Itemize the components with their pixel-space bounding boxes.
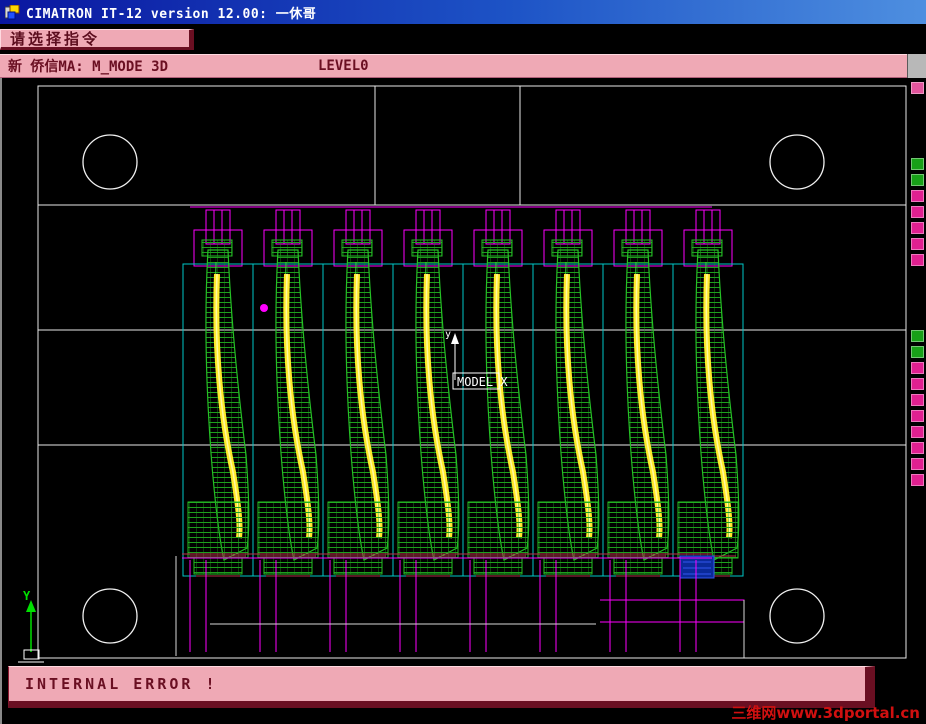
status-corner-box[interactable]: [907, 54, 926, 78]
status-bar: 新 侨信MA: M_MODE 3D LEVEL0: [0, 54, 907, 78]
toolbar-button-5[interactable]: [910, 222, 924, 234]
blade-array: [183, 210, 743, 576]
pick-point-marker: [260, 304, 268, 312]
right-toolbar: [908, 82, 926, 486]
toolbar-button-15[interactable]: [910, 442, 924, 454]
prompt-message: 请选择指令: [0, 29, 194, 50]
view-origin-axis: Y: [18, 589, 44, 663]
prompt-row: 请选择指令: [0, 24, 926, 54]
app-window: CIMATRON IT-12 version 12.00: 一休哥 请选择指令 …: [0, 0, 926, 724]
toolbar-button-7[interactable]: [910, 254, 924, 266]
status-row: 新 侨信MA: M_MODE 3D LEVEL0: [0, 54, 926, 78]
status-mode-text: 新 侨信MA: M_MODE 3D: [8, 59, 169, 75]
toolbar-button-14[interactable]: [910, 426, 924, 438]
toolbar-button-11[interactable]: [910, 378, 924, 390]
app-icon: [4, 4, 20, 20]
model-axis-label: MODEL X: [457, 375, 508, 389]
prompt-text: 请选择指令: [10, 30, 101, 48]
model-axis-y-label: y: [445, 329, 451, 340]
toolbar-button-2[interactable]: [910, 174, 924, 186]
toolbar-button-16[interactable]: [910, 458, 924, 470]
mold-plate-outline: [37, 85, 907, 659]
toolbar-button-6[interactable]: [910, 238, 924, 250]
toolbar-button-3[interactable]: [910, 190, 924, 202]
toolbar-button-8[interactable]: [910, 330, 924, 342]
error-text: INTERNAL ERROR !: [25, 675, 218, 693]
toolbar-button-1[interactable]: [910, 158, 924, 170]
toolbar-button-17[interactable]: [910, 474, 924, 486]
view-origin-y-label: Y: [23, 589, 31, 603]
toolbar-button-13[interactable]: [910, 410, 924, 422]
window-title: CIMATRON IT-12 version 12.00: 一休哥: [26, 6, 317, 22]
cad-drawing[interactable]: y MODEL X Y: [0, 78, 926, 724]
toolbar-button-0[interactable]: [910, 82, 924, 94]
selected-feature-highlight: [679, 555, 715, 579]
watermark-text: 三维网www.3dportal.cn: [731, 704, 920, 722]
toolbar-button-12[interactable]: [910, 394, 924, 406]
toolbar-button-4[interactable]: [910, 206, 924, 218]
title-bar[interactable]: CIMATRON IT-12 version 12.00: 一休哥: [0, 0, 926, 24]
toolbar-button-9[interactable]: [910, 346, 924, 358]
toolbar-button-10[interactable]: [910, 362, 924, 374]
viewport[interactable]: y MODEL X Y INTERNAL ERROR ! 三维网www.3dpo…: [0, 78, 926, 724]
status-level-label: LEVEL0: [318, 58, 369, 74]
